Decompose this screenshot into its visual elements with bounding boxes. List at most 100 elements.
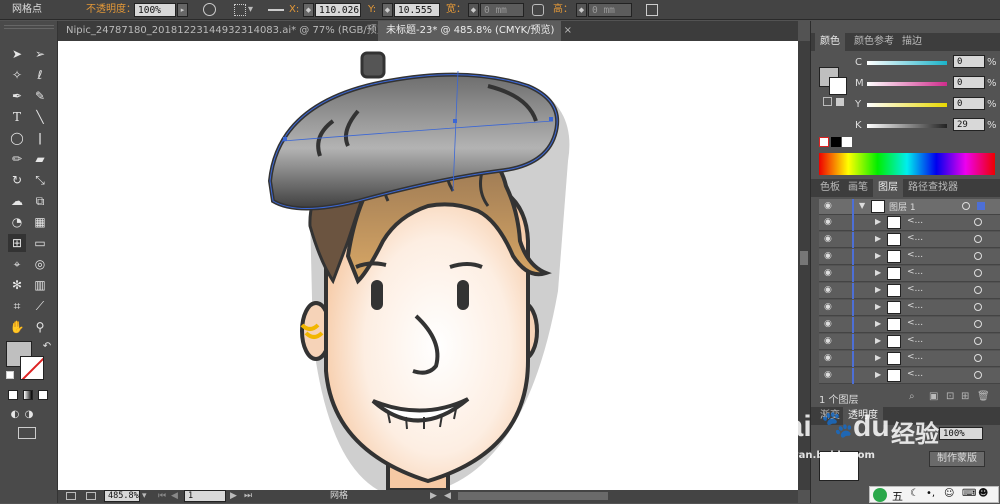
- target-circle[interactable]: [974, 286, 982, 294]
- draw-behind-icon[interactable]: ◑: [20, 406, 38, 424]
- y-stepper[interactable]: ◆: [382, 3, 393, 17]
- web-safe-icon[interactable]: [836, 98, 844, 106]
- tab-nipic[interactable]: Nipic_24787180_20181223144932314083.ai* …: [58, 21, 408, 41]
- target-circle[interactable]: [974, 269, 982, 277]
- curvature-tool-icon[interactable]: ✎: [31, 87, 49, 105]
- target-circle[interactable]: [974, 218, 982, 226]
- gradient-tool-icon[interactable]: ▭: [31, 234, 49, 252]
- expand-triangle-icon[interactable]: ▶: [875, 319, 881, 328]
- opacity-input[interactable]: 100%: [134, 3, 176, 17]
- expand-triangle-icon[interactable]: ▶: [875, 217, 881, 226]
- status-menu-icon[interactable]: ▶: [430, 490, 437, 503]
- next-page-icon[interactable]: ▶: [230, 490, 237, 503]
- vscroll-thumb[interactable]: [800, 251, 808, 265]
- keyboard-icon[interactable]: ⌨: [962, 488, 976, 499]
- magenta-input[interactable]: 0: [953, 76, 985, 89]
- recolor-icon[interactable]: [203, 3, 216, 16]
- delete-layer-icon[interactable]: 🗑: [977, 391, 990, 402]
- expand-triangle-icon[interactable]: ▶: [875, 336, 881, 345]
- align-icon[interactable]: [234, 4, 246, 16]
- color-mode-icon[interactable]: [8, 390, 18, 400]
- expand-triangle-icon[interactable]: ▶: [875, 234, 881, 243]
- sublayer-name[interactable]: <...: [907, 301, 923, 311]
- tab-swatches[interactable]: 色板: [815, 179, 845, 197]
- hscroll-thumb[interactable]: [458, 492, 608, 500]
- none-swatch[interactable]: [819, 137, 829, 147]
- sublayer-name[interactable]: <...: [907, 267, 923, 277]
- zoom-tool-icon[interactable]: ⚲: [31, 318, 49, 336]
- target-circle[interactable]: [974, 337, 982, 345]
- sublayer-name[interactable]: <...: [907, 335, 923, 345]
- page-input[interactable]: 1: [184, 490, 226, 502]
- pencil-tool-icon[interactable]: ✏: [8, 150, 26, 168]
- opacity-dropdown-icon[interactable]: ▸: [177, 3, 188, 17]
- punctuation-icon[interactable]: •,: [926, 488, 935, 499]
- y-input[interactable]: 10.555 m: [394, 3, 440, 30]
- artboard-nav-icon[interactable]: [66, 492, 76, 500]
- x-input[interactable]: 110.026 m: [315, 3, 361, 30]
- layer-row-main[interactable]: ◉ ▼ 图层 1: [819, 199, 1000, 215]
- sublayer-name[interactable]: <...: [907, 369, 923, 379]
- warp-tool-icon[interactable]: ☁: [8, 192, 26, 210]
- visibility-eye-icon[interactable]: ◉: [824, 217, 832, 227]
- link-proportions-icon[interactable]: [532, 4, 544, 16]
- sublayer-row[interactable]: ◉ ▶ <...: [819, 300, 1000, 316]
- ime-mode[interactable]: 五: [892, 488, 903, 504]
- column-graph-tool-icon[interactable]: ▥: [31, 276, 49, 294]
- white-swatch[interactable]: [842, 137, 852, 147]
- expand-triangle-icon[interactable]: ▶: [875, 268, 881, 277]
- tab-pathfinder[interactable]: 路径查找器: [903, 179, 963, 197]
- visibility-eye-icon[interactable]: ◉: [824, 336, 832, 346]
- zoom-dropdown-icon[interactable]: ▾: [142, 490, 147, 503]
- target-circle[interactable]: [962, 202, 970, 210]
- expand-triangle-icon[interactable]: ▶: [875, 353, 881, 362]
- user-icon[interactable]: ☻: [978, 488, 988, 499]
- hand-tool-icon[interactable]: ✋: [8, 318, 26, 336]
- yellow-slider[interactable]: [867, 103, 947, 107]
- zoom-input[interactable]: 485.8%: [104, 490, 140, 502]
- target-circle[interactable]: [974, 303, 982, 311]
- symbol-sprayer-tool-icon[interactable]: ✻: [8, 276, 26, 294]
- target-circle[interactable]: [974, 354, 982, 362]
- cyan-slider[interactable]: [867, 61, 947, 65]
- artboard-tool-icon[interactable]: ⌗: [8, 297, 26, 315]
- layer-name[interactable]: 图层 1: [889, 200, 916, 213]
- visibility-eye-icon[interactable]: ◉: [824, 353, 832, 363]
- eraser-tool-icon[interactable]: ▰: [31, 150, 49, 168]
- first-page-icon[interactable]: ⏮: [158, 490, 166, 503]
- lasso-tool-icon[interactable]: ℓ: [31, 66, 49, 84]
- sublayer-row[interactable]: ◉ ▶ <...: [819, 266, 1000, 282]
- tab-untitled-23[interactable]: 未标题-23* @ 485.8% (CMYK/预览) ×: [378, 21, 572, 41]
- pen-tool-icon[interactable]: ✒: [8, 87, 26, 105]
- anchor-convert-icon[interactable]: [268, 9, 284, 11]
- blend-tool-icon[interactable]: ◎: [31, 255, 49, 273]
- target-circle[interactable]: [974, 252, 982, 260]
- swap-fill-stroke-icon[interactable]: ↶: [38, 338, 56, 356]
- default-colors-icon[interactable]: [6, 371, 14, 379]
- prev-page-icon[interactable]: ◀: [171, 490, 178, 503]
- screen-mode-icon[interactable]: [18, 427, 36, 439]
- expand-triangle-icon[interactable]: ▶: [875, 302, 881, 311]
- sublayer-row[interactable]: ◉ ▶ <...: [819, 368, 1000, 384]
- expand-triangle-icon[interactable]: ▶: [875, 251, 881, 260]
- sublayer-row[interactable]: ◉ ▶ <...: [819, 351, 1000, 367]
- sublayer-name[interactable]: <...: [907, 233, 923, 243]
- clipping-mask-icon[interactable]: ▣: [929, 391, 938, 402]
- new-sublayer-icon[interactable]: ⊡: [946, 391, 954, 402]
- eyedropper-tool-icon[interactable]: ⌖: [8, 255, 26, 273]
- tab-layers[interactable]: 图层: [873, 179, 903, 197]
- out-of-gamut-icon[interactable]: [823, 97, 832, 106]
- sublayer-name[interactable]: <...: [907, 216, 923, 226]
- export-icon[interactable]: [86, 492, 96, 500]
- scale-tool-icon[interactable]: ⤡: [31, 171, 49, 189]
- black-swatch[interactable]: [831, 137, 841, 147]
- sublayer-name[interactable]: <...: [907, 284, 923, 294]
- sublayer-name[interactable]: <...: [907, 352, 923, 362]
- transform-icon[interactable]: [646, 4, 658, 16]
- gradient-mode-icon[interactable]: [23, 390, 33, 400]
- x-stepper[interactable]: ◆: [303, 3, 314, 17]
- moon-icon[interactable]: ☾: [910, 488, 919, 499]
- perspective-grid-tool-icon[interactable]: ▦: [31, 213, 49, 231]
- align-dropdown-icon[interactable]: ▾: [248, 0, 253, 20]
- visibility-eye-icon[interactable]: ◉: [824, 251, 832, 261]
